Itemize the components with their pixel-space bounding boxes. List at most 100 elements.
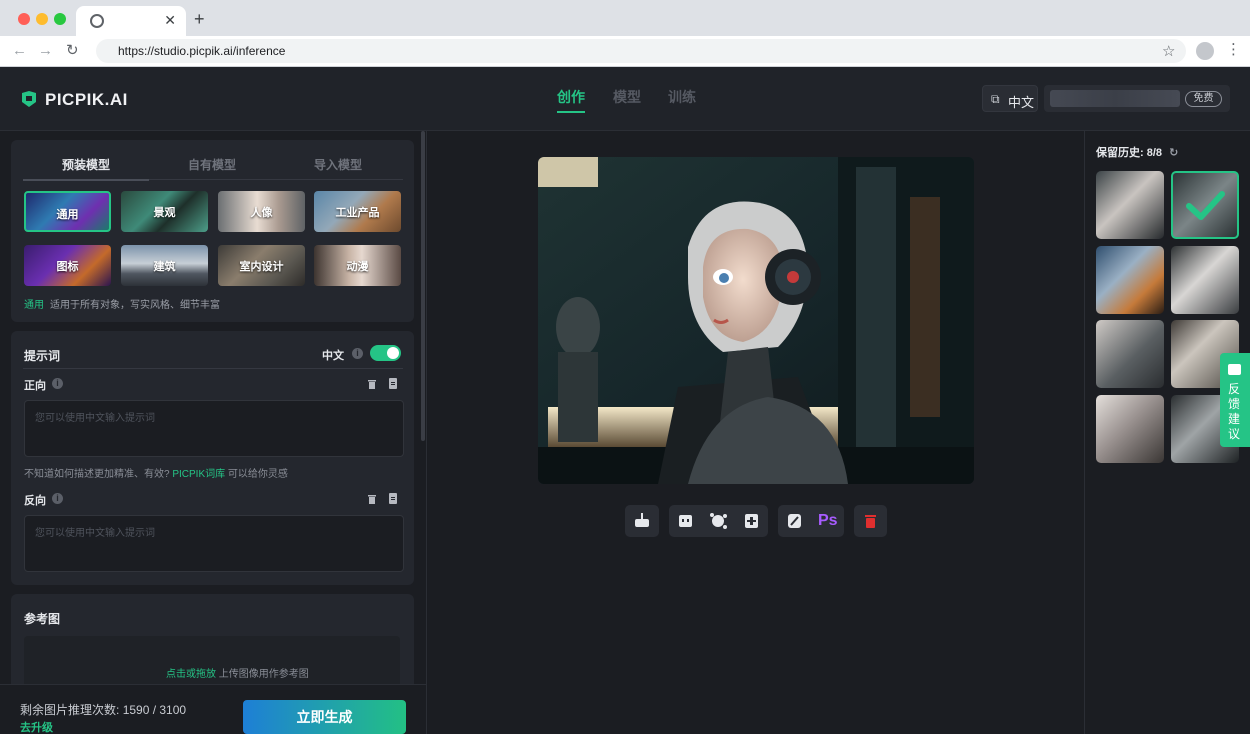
model-desc-text: 适用于所有对象，写实风格、细节丰富: [50, 300, 220, 311]
negative-prompt-input[interactable]: 您可以使用中文输入提示词: [24, 515, 404, 572]
check-icon: [1186, 191, 1225, 220]
model-tabs: 预装模型 自有模型 导入模型: [23, 150, 403, 181]
address-url: https://studio.picpik.ai/inference: [118, 44, 286, 58]
face-enhance-button[interactable]: [702, 505, 735, 537]
history-count: 8/8: [1146, 147, 1163, 159]
edit-image-button[interactable]: [778, 505, 811, 537]
left-panel: 预装模型 自有模型 导入模型 通用 景观 人像 工业产品 图标 建筑 室内设计 …: [0, 131, 427, 734]
tab-strip: ✕ +: [0, 0, 1250, 36]
history-thumb[interactable]: [1171, 246, 1239, 314]
upscale-button[interactable]: [735, 505, 768, 537]
upload-link[interactable]: 点击或拖放: [166, 669, 216, 680]
download-group: [625, 505, 659, 537]
positive-prompt-input[interactable]: 您可以使用中文输入提示词: [24, 400, 404, 457]
generate-bar: 剩余图片推理次数: 1590 / 3100 去升级 立即生成: [0, 684, 426, 734]
address-bar[interactable]: https://studio.picpik.ai/inference: [96, 39, 1186, 63]
delete-group: [854, 505, 887, 537]
model-tile-icon[interactable]: 图标: [24, 245, 111, 286]
nav-tab-create[interactable]: 创作: [557, 87, 585, 107]
maximize-window-button[interactable]: [54, 13, 66, 25]
canvas-area: Ps: [428, 131, 1084, 734]
copy-prompt-button[interactable]: [669, 505, 702, 537]
positive-info-icon[interactable]: i: [52, 378, 63, 389]
copy-negative-icon[interactable]: [388, 493, 398, 504]
history-label: 保留历史: 8/8 ↻: [1096, 147, 1179, 159]
close-window-button[interactable]: [18, 13, 30, 25]
refresh-icon[interactable]: ↻: [1169, 147, 1178, 159]
app-header: PICPIK.AI 创作 模型 训练 ⧉ 中文 免费: [0, 67, 1250, 131]
feedback-icon: [1228, 364, 1241, 375]
chinese-toggle-label: 中文: [322, 350, 344, 362]
feedback-button[interactable]: 反馈建议: [1220, 353, 1250, 447]
nav-tab-train[interactable]: 训练: [668, 87, 696, 107]
browser-tab[interactable]: ✕: [76, 6, 186, 36]
history-thumb[interactable]: [1096, 395, 1164, 463]
negative-info-icon[interactable]: i: [52, 493, 63, 504]
new-tab-icon[interactable]: +: [194, 10, 205, 28]
profile-avatar-icon[interactable]: [1196, 42, 1214, 60]
face-enhance-icon: [710, 513, 727, 529]
download-button[interactable]: [625, 505, 658, 537]
back-icon[interactable]: ←: [12, 42, 27, 60]
upgrade-link[interactable]: 去升级: [20, 719, 53, 734]
tab-import-models[interactable]: 导入模型: [314, 156, 362, 173]
favicon-icon: [90, 14, 104, 28]
history-thumb[interactable]: [1096, 320, 1164, 388]
history-thumb[interactable]: [1096, 246, 1164, 314]
model-tile-general[interactable]: 通用: [24, 191, 111, 232]
model-card: 预装模型 自有模型 导入模型 通用 景观 人像 工业产品 图标 建筑 室内设计 …: [11, 140, 414, 322]
chinese-toggle[interactable]: [370, 345, 401, 361]
upscale-icon: [745, 514, 758, 528]
model-tile-portrait[interactable]: 人像: [218, 191, 305, 232]
prompt-card: 提示词 中文 i 正向 i 您可以使用中文输入提示词 不知道如何描述更加精准、有…: [11, 331, 414, 585]
left-panel-scrollbar[interactable]: [421, 131, 425, 441]
delete-icon: [865, 515, 876, 528]
reference-title: 参考图: [24, 612, 61, 626]
tab-own-models[interactable]: 自有模型: [188, 156, 236, 173]
user-name-redacted: [1050, 90, 1180, 107]
feedback-label: 反馈建议: [1228, 382, 1241, 441]
forward-icon[interactable]: →: [38, 42, 53, 60]
browser-chrome: ✕ + ← → ↻ https://studio.picpik.ai/infer…: [0, 0, 1250, 67]
positive-label: 正向: [24, 380, 46, 392]
browser-menu-icon[interactable]: ⋮: [1226, 41, 1241, 59]
model-desc-name: 通用: [24, 300, 44, 311]
clear-positive-icon[interactable]: [367, 378, 377, 389]
enhance-group: [669, 505, 768, 537]
close-tab-icon[interactable]: ✕: [164, 12, 176, 28]
tab-preset-models[interactable]: 预装模型: [62, 156, 110, 173]
generated-image[interactable]: [538, 157, 974, 484]
clear-negative-icon[interactable]: [367, 493, 377, 504]
logo-icon: [22, 91, 36, 107]
model-tile-architecture[interactable]: 建筑: [121, 245, 208, 286]
minimize-window-button[interactable]: [36, 13, 48, 25]
prompt-library-link[interactable]: PICPIK词库: [172, 469, 225, 480]
model-tile-anime[interactable]: 动漫: [314, 245, 401, 286]
remaining-value: 1590 / 3100: [122, 703, 187, 717]
history-thumb-selected[interactable]: [1171, 171, 1239, 239]
browser-toolbar: ← → ↻ https://studio.picpik.ai/inference: [0, 36, 1250, 67]
reload-icon[interactable]: ↻: [66, 42, 79, 60]
generate-button[interactable]: 立即生成: [243, 700, 406, 734]
quote-icon: [679, 515, 692, 527]
info-icon[interactable]: i: [352, 348, 363, 359]
download-icon: [635, 513, 649, 527]
logo-text: PICPIK.AI: [45, 90, 128, 109]
plan-badge: 免费: [1185, 91, 1222, 107]
nav-tab-models[interactable]: 模型: [613, 87, 641, 107]
model-tile-industrial[interactable]: 工业产品: [314, 191, 401, 232]
model-tile-landscape[interactable]: 景观: [121, 191, 208, 232]
model-tile-interior[interactable]: 室内设计: [218, 245, 305, 286]
language-button[interactable]: ⧉ 中文: [982, 85, 1038, 112]
copy-positive-icon[interactable]: [388, 378, 398, 389]
delete-button[interactable]: [854, 505, 887, 537]
history-thumb[interactable]: [1096, 171, 1164, 239]
negative-label: 反向: [24, 495, 46, 507]
photoshop-button[interactable]: Ps: [811, 505, 844, 537]
bookmark-star-icon[interactable]: ☆: [1162, 42, 1175, 60]
user-account[interactable]: 免费: [1044, 85, 1230, 112]
prompt-title: 提示词: [24, 349, 61, 363]
language-label: 中文: [1008, 95, 1035, 110]
translate-icon: ⧉: [991, 92, 1000, 106]
divider: [23, 368, 403, 369]
